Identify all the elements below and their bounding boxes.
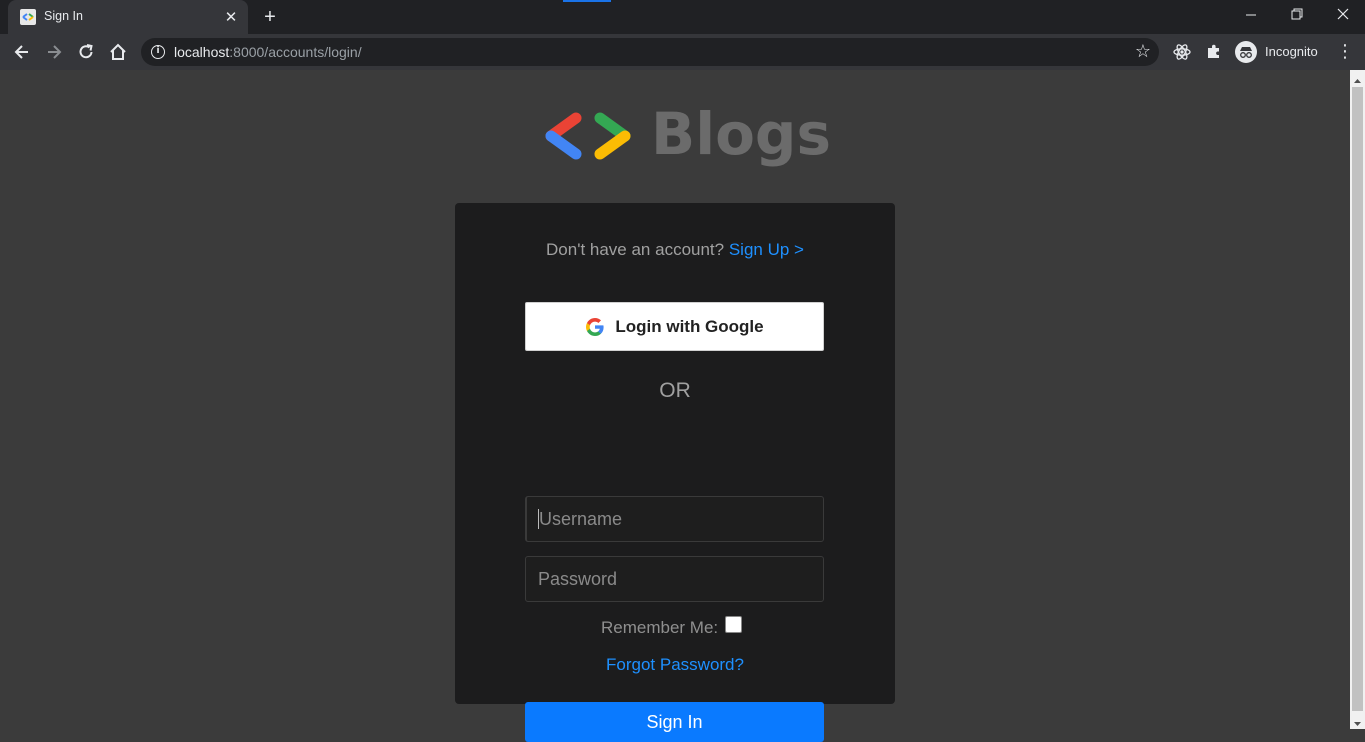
- or-divider: OR: [659, 379, 691, 402]
- sign-in-button[interactable]: Sign In: [525, 702, 824, 742]
- address-bar[interactable]: i localhost:8000/accounts/login/ ☆: [141, 38, 1159, 66]
- extensions-puzzle-icon[interactable]: [1203, 42, 1225, 64]
- signup-prompt-text: Don't have an account?: [546, 240, 725, 259]
- url-path: :8000/accounts/login/: [229, 44, 362, 60]
- forgot-password-link[interactable]: Forgot Password?: [455, 655, 895, 675]
- remember-me-row: Remember Me:: [601, 616, 761, 640]
- brand-header: Blogs: [543, 100, 831, 178]
- signup-prompt: Don't have an account? Sign Up >: [455, 240, 895, 260]
- signup-link[interactable]: Sign Up >: [729, 240, 804, 259]
- browser-toolbar: i localhost:8000/accounts/login/ ☆ Incog…: [0, 34, 1365, 70]
- browser-tab-strip: Sign In ✕ +: [0, 0, 1365, 34]
- site-info-icon[interactable]: i: [151, 45, 165, 59]
- incognito-icon: [1235, 41, 1257, 63]
- tab-close-icon[interactable]: ✕: [220, 6, 242, 28]
- google-icon: [586, 317, 604, 336]
- brand-logo-icon: [545, 112, 631, 160]
- browser-menu-icon[interactable]: ⋮: [1334, 38, 1356, 66]
- remember-me-label: Remember Me:: [601, 618, 719, 637]
- text-caret: [538, 509, 539, 529]
- username-input[interactable]: [525, 496, 824, 542]
- tab-title: Sign In: [44, 9, 83, 23]
- login-card: Don't have an account? Sign Up > Login w…: [455, 203, 895, 742]
- scroll-up-arrow-icon[interactable]: [1350, 72, 1365, 84]
- google-login-label: Login with Google: [615, 316, 764, 336]
- forward-arrow-icon[interactable]: [40, 38, 68, 66]
- window-restore-button[interactable]: [1274, 0, 1320, 30]
- scroll-down-arrow-icon[interactable]: [1350, 715, 1365, 727]
- browser-tab[interactable]: Sign In ✕: [8, 0, 248, 34]
- password-input[interactable]: [525, 556, 824, 602]
- reload-icon[interactable]: [72, 38, 100, 66]
- google-login-button[interactable]: Login with Google: [525, 302, 824, 351]
- address-url: localhost:8000/accounts/login/: [174, 44, 362, 60]
- brand-name: Blogs: [651, 100, 831, 168]
- page-scrollbar[interactable]: [1350, 70, 1365, 729]
- scrollbar-thumb[interactable]: [1352, 87, 1363, 711]
- window-close-button[interactable]: [1320, 0, 1365, 30]
- bookmark-star-icon[interactable]: ☆: [1135, 42, 1151, 62]
- home-icon[interactable]: [104, 38, 132, 66]
- tab-favicon-icon: [20, 9, 36, 25]
- incognito-profile-button[interactable]: Incognito: [1233, 39, 1325, 65]
- remember-me-checkbox[interactable]: [725, 616, 742, 633]
- incognito-label: Incognito: [1265, 44, 1318, 59]
- url-host: localhost: [174, 44, 230, 60]
- new-tab-button[interactable]: +: [258, 6, 282, 30]
- react-devtools-extension-icon[interactable]: [1171, 42, 1193, 64]
- tab-strip-indicator: [563, 0, 611, 2]
- back-arrow-icon[interactable]: [8, 38, 36, 66]
- window-minimize-button[interactable]: [1228, 0, 1274, 30]
- page-viewport: Blogs Don't have an account? Sign Up > L…: [0, 70, 1350, 742]
